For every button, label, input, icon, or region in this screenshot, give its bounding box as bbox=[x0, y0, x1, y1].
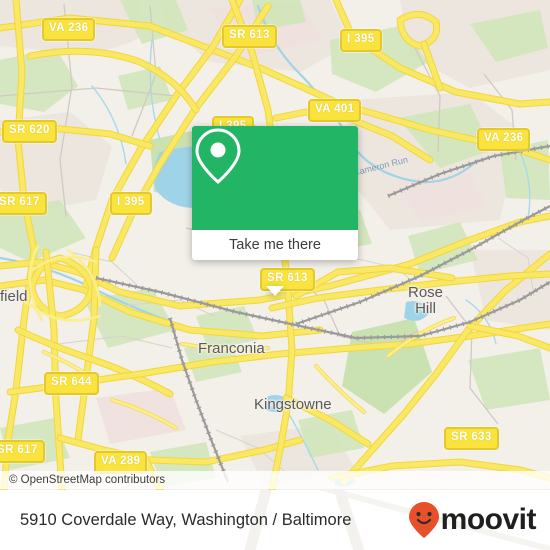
road-shield-sr-617-sw[interactable]: SR 617 bbox=[0, 440, 45, 463]
road-shield-sr-617-w[interactable]: SR 617 bbox=[0, 192, 47, 215]
road-shield-sr-620[interactable]: SR 620 bbox=[2, 120, 57, 143]
road-shield-sr-633[interactable]: SR 633 bbox=[444, 427, 499, 450]
road-shield-i-395-ne[interactable]: I 395 bbox=[340, 29, 382, 52]
popup-icon-area bbox=[192, 126, 358, 230]
take-me-there-label: Take me there bbox=[229, 237, 321, 253]
place-label-line: Hill bbox=[415, 300, 436, 317]
osm-attribution-text[interactable]: © OpenStreetMap contributors bbox=[0, 474, 165, 486]
place-label-line: Rose bbox=[408, 284, 444, 301]
map-canvas[interactable]: .park{fill:#CFE5B9;opacity:.85} .parkd{f… bbox=[0, 0, 550, 490]
place-label-field: field bbox=[0, 288, 28, 305]
road-shield-i-395-w[interactable]: I 395 bbox=[110, 192, 152, 215]
place-label-kingstowne: Kingstowne bbox=[254, 396, 332, 413]
road-shield-sr-613-n[interactable]: SR 613 bbox=[222, 25, 277, 48]
place-label-rose-hill: Rose Hill bbox=[408, 285, 443, 317]
footer-bar: 5910 Coverdale Way, Washington / Baltimo… bbox=[0, 490, 550, 550]
address-label: 5910 Coverdale Way, Washington / Baltimo… bbox=[20, 510, 352, 529]
osm-attribution-bar: © OpenStreetMap contributors bbox=[0, 471, 550, 489]
moovit-logo[interactable]: moovit bbox=[408, 501, 550, 539]
road-shield-va-236-nw[interactable]: VA 236 bbox=[42, 18, 96, 41]
road-shield-va-236-e[interactable]: VA 236 bbox=[477, 128, 531, 151]
map-pin-icon bbox=[195, 128, 241, 184]
moovit-wordmark: moovit bbox=[440, 503, 537, 536]
popup-pointer-tail bbox=[266, 286, 284, 296]
map-screenshot: .park{fill:#CFE5B9;opacity:.85} .parkd{f… bbox=[0, 0, 550, 550]
location-popup-card[interactable]: Take me there bbox=[192, 126, 358, 296]
road-shield-va-401[interactable]: VA 401 bbox=[308, 99, 362, 122]
take-me-there-button[interactable]: Take me there bbox=[192, 230, 358, 260]
moovit-pin-smile-icon bbox=[408, 502, 439, 538]
road-shield-sr-644[interactable]: SR 644 bbox=[44, 372, 99, 395]
place-label-franconia: Franconia bbox=[198, 340, 265, 357]
